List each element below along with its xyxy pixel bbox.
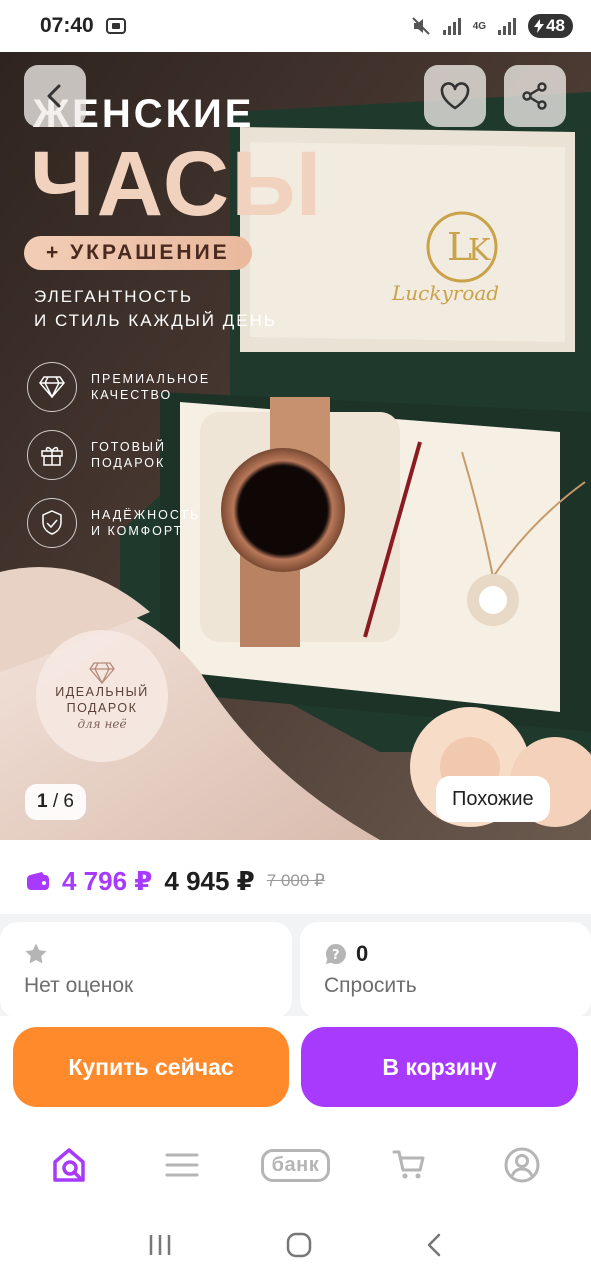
shield-check-icon [27, 498, 77, 548]
recents-icon[interactable] [147, 1233, 173, 1257]
bottom-nav: банк [0, 1120, 591, 1210]
mute-icon [412, 17, 430, 35]
banner-title-line2: ЧАСЫ [30, 133, 324, 235]
back-button[interactable] [24, 65, 86, 127]
brand-logo-text: Luckyroad [391, 281, 499, 305]
share-icon [522, 82, 547, 110]
image-counter-separator: / [47, 791, 64, 812]
heart-icon [440, 82, 470, 110]
svg-text:K: K [468, 233, 491, 268]
feature-text: ПРЕМИАЛЬНОЕ КАЧЕСТВО [91, 372, 211, 402]
menu-icon [165, 1153, 199, 1177]
signal-icon-2 [498, 17, 517, 35]
battery-indicator: 48 [528, 14, 573, 38]
star-icon [25, 943, 47, 964]
system-nav-bar [0, 1210, 591, 1280]
status-time: 07:40 [40, 14, 94, 37]
home-search-icon [52, 1148, 85, 1182]
cart-icon [392, 1150, 425, 1179]
badge-script: для неё [77, 716, 127, 731]
buy-now-button[interactable]: Купить сейчас [13, 1027, 289, 1107]
diamond-icon [89, 661, 115, 684]
image-counter: 1 / 6 [25, 784, 86, 820]
action-bar: Купить сейчас В корзину [0, 1016, 591, 1120]
ask-label: Спросить [324, 974, 417, 997]
similar-button[interactable]: Похожие [436, 776, 550, 822]
battery-level: 48 [546, 16, 565, 35]
info-area: Нет оценок ? 0 Спросить [0, 914, 591, 1024]
nav-cart[interactable] [369, 1135, 449, 1195]
feature-text: НАДЁЖНОСТЬ И КОМФОРТ [91, 508, 201, 538]
questions-card[interactable]: ? 0 Спросить [300, 922, 591, 1018]
feature-reliability: НАДЁЖНОСТЬ И КОМФОРТ [27, 498, 200, 548]
question-bubble-icon: ? [325, 943, 346, 964]
rating-label: Нет оценок [24, 974, 134, 997]
rating-card[interactable]: Нет оценок [0, 922, 292, 1018]
banner-pill: + УКРАШЕНИЕ [24, 236, 252, 270]
back-icon[interactable] [425, 1232, 445, 1258]
chevron-left-icon [47, 84, 61, 108]
banner-tagline: ЭЛЕГАНТНОСТЬ И СТИЛЬ КАЖДЫЙ ДЕНЬ [34, 287, 278, 330]
status-icons: 4G 48 [411, 14, 573, 38]
image-counter-total: 6 [63, 791, 74, 812]
image-counter-current: 1 [37, 791, 48, 812]
nav-profile[interactable] [482, 1135, 562, 1195]
status-bar: 07:40 4G 48 [0, 0, 591, 52]
svg-text:?: ? [332, 948, 340, 963]
gift-icon [27, 430, 77, 480]
nav-home[interactable] [29, 1135, 109, 1195]
favorite-button[interactable] [424, 65, 486, 127]
nav-catalog[interactable] [142, 1135, 222, 1195]
gift-badge: ИДЕАЛЬНЫЙ ПОДАРОК для неё [36, 630, 168, 762]
badge-text: ИДЕАЛЬНЫЙ ПОДАРОК [55, 684, 149, 715]
signal-icon [442, 17, 461, 35]
screenshot-icon [105, 18, 126, 34]
card-price: 4 796 ₽ [62, 865, 153, 896]
old-price: 7 000 ₽ [266, 871, 325, 890]
diamond-icon [27, 362, 77, 412]
share-button[interactable] [504, 65, 566, 127]
nav-bank[interactable]: банк [255, 1135, 335, 1195]
add-to-cart-button[interactable]: В корзину [301, 1027, 578, 1107]
feature-gift: ГОТОВЫЙ ПОДАРОК [27, 430, 166, 480]
feature-text: ГОТОВЫЙ ПОДАРОК [91, 440, 166, 470]
wallet-icon [27, 872, 49, 890]
home-icon[interactable] [286, 1232, 312, 1258]
product-gallery[interactable]: L K Luckyroad ЖЕНСКИЕ ЧАСЫ + УКРАШЕНИЕ Э… [0, 52, 591, 840]
price-row: 4 796 ₽ 4 945 ₽ 7 000 ₽ [0, 848, 591, 914]
price: 4 945 ₽ [164, 865, 255, 896]
bank-label: банк [260, 1148, 331, 1182]
questions-count: 0 [356, 941, 369, 966]
network-type: 4G [472, 20, 487, 32]
feature-quality: ПРЕМИАЛЬНОЕ КАЧЕСТВО [27, 362, 210, 412]
charging-icon [534, 19, 545, 33]
profile-icon [504, 1147, 540, 1183]
